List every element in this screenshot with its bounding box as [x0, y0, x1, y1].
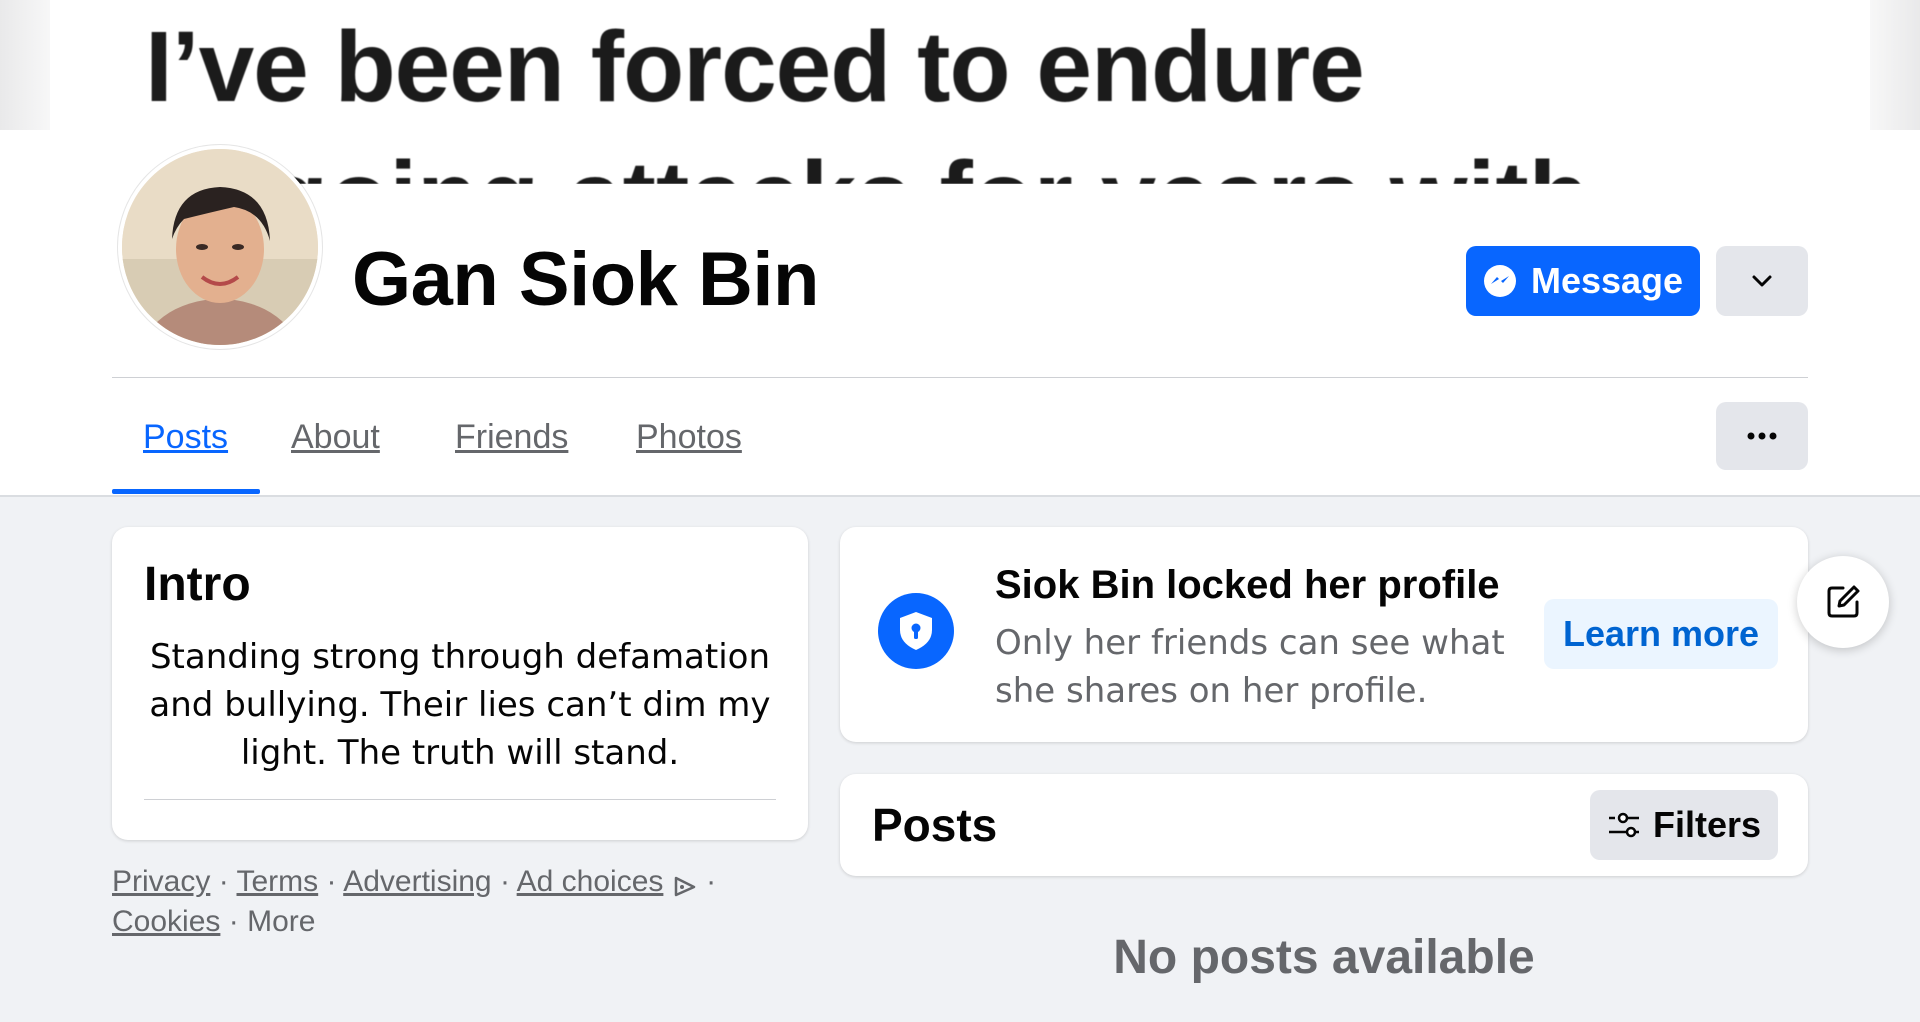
shield-lock-icon	[878, 593, 954, 669]
messenger-icon	[1483, 265, 1516, 297]
edit-icon	[1827, 585, 1860, 618]
intro-bio: Standing strong through defamation and b…	[149, 637, 771, 773]
avatar[interactable]	[118, 145, 322, 349]
posts-title: Posts	[872, 799, 998, 851]
locked-title: Siok Bin locked her profile	[995, 563, 1500, 607]
learn-more-button[interactable]: Learn more	[1544, 599, 1778, 669]
intro-title: Intro	[144, 558, 251, 611]
footer-separator: ·	[706, 865, 717, 898]
intro-separator	[144, 799, 776, 800]
footer-separator: ·	[326, 865, 337, 898]
footer-separator: ·	[499, 865, 510, 898]
chevron-down-icon	[1752, 275, 1772, 287]
filters-button[interactable]: Filters	[1590, 790, 1778, 860]
filters-label: Filters	[1652, 804, 1762, 845]
locked-description: Only her friends can see what she shares…	[995, 623, 1505, 711]
posts-card: Posts Filters	[840, 774, 1808, 876]
footer-link-ad-choices[interactable]: Ad choices	[517, 865, 664, 898]
footer-link-privacy[interactable]: Privacy	[112, 865, 210, 898]
tab-photos[interactable]: Photos	[636, 418, 742, 457]
active-tab-indicator	[112, 489, 260, 494]
ellipsis-icon	[1747, 432, 1777, 440]
cover-text-line-1: I’ve been forced to endure	[145, 11, 1365, 123]
tabs-border	[0, 495, 1920, 497]
footer-link-advertising[interactable]: Advertising	[343, 865, 491, 898]
message-button[interactable]: Message	[1466, 246, 1700, 316]
tab-about[interactable]: About	[291, 418, 380, 457]
message-button-label: Message	[1530, 260, 1684, 301]
footer-separator: ·	[228, 905, 239, 938]
footer-link-terms[interactable]: Terms	[237, 865, 319, 898]
ad-choices-icon	[674, 876, 695, 897]
profile-options-dropdown[interactable]	[1716, 246, 1808, 316]
footer-separator: ·	[218, 865, 229, 898]
footer-link-more[interactable]: More	[247, 905, 315, 938]
no-posts-message: No posts available	[1113, 931, 1535, 984]
cover-photo[interactable]: I’ve been forced to endure ongoing attac…	[50, 0, 1870, 185]
footer-link-cookies[interactable]: Cookies	[112, 905, 220, 938]
header-divider	[112, 377, 1808, 378]
filters-icon	[1608, 812, 1639, 838]
tab-friends[interactable]: Friends	[455, 418, 568, 457]
compose-button[interactable]	[1797, 556, 1889, 648]
more-options-button[interactable]	[1716, 402, 1808, 470]
avatar-image	[122, 149, 318, 345]
cover-text-line-2: ongoing attacks for years with	[145, 140, 1590, 184]
profile-name: Gan Siok Bin	[352, 237, 819, 322]
intro-card: Intro Standing strong through defamation…	[112, 527, 808, 840]
footer-links: Privacy · Terms · Advertising · Ad choic…	[112, 862, 772, 942]
tab-posts[interactable]: Posts	[143, 418, 228, 457]
locked-profile-card: Siok Bin locked her profile Only her fri…	[840, 527, 1808, 742]
